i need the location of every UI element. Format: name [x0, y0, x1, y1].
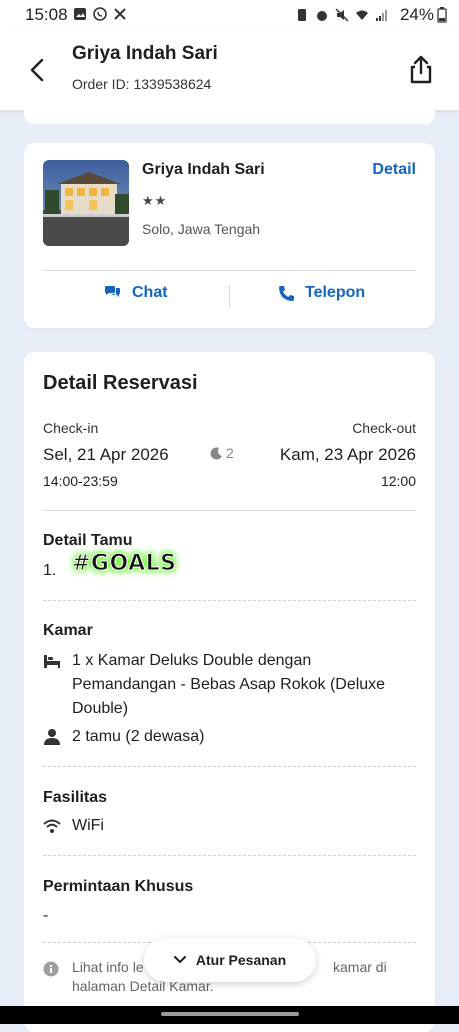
checkin-date: Sel, 21 Apr 2026: [43, 445, 169, 464]
info-icon: [43, 961, 59, 977]
nights-value: 2: [226, 445, 234, 461]
whatsapp-icon: [93, 7, 107, 21]
status-bar: 15:08 24%: [0, 0, 459, 30]
chat-button[interactable]: Chat: [104, 284, 168, 302]
info-text-left: Lihat info le: [72, 959, 144, 975]
detail-link[interactable]: Detail: [372, 161, 416, 179]
manage-order-button[interactable]: Atur Pesanan: [144, 938, 316, 982]
hotel-name: Griya Indah Sari: [142, 161, 265, 178]
bed-icon: [44, 655, 60, 668]
reservation-title: Detail Reservasi: [43, 372, 198, 394]
checkin-label: Check-in: [43, 420, 99, 436]
x-icon: [114, 8, 126, 20]
battery-percent: 24%: [399, 5, 434, 24]
divider: [43, 270, 416, 271]
hotel-location: Solo, Jawa Tengah: [142, 221, 261, 237]
chat-label: Chat: [132, 284, 168, 301]
order-id: Order ID: 1339538624: [72, 76, 212, 92]
guest-index: 1.: [43, 562, 57, 579]
checkout-time: 12:00: [380, 473, 416, 489]
signal-icon: [376, 10, 387, 21]
hotel-card: Griya Indah Sari Detail ★★ Solo, Jawa Te…: [24, 143, 435, 328]
dashed-divider: [43, 766, 416, 767]
checkout-date: Kam, 23 Apr 2026: [279, 445, 416, 464]
star-rating: ★★: [142, 193, 168, 208]
home-indicator[interactable]: [161, 1012, 299, 1016]
facility-wifi: WiFi: [72, 817, 104, 834]
manage-order-label: Atur Pesanan: [195, 952, 287, 968]
guest-section-title: Detail Tamu: [43, 532, 133, 549]
phone-icon: [279, 285, 294, 301]
wifi-status-icon: [356, 10, 368, 20]
hotel-building-image: [43, 160, 129, 246]
person-icon: [44, 729, 60, 745]
phone-label: Telepon: [305, 284, 366, 301]
room-line-3: Double): [72, 700, 129, 717]
back-arrow-icon[interactable]: [24, 56, 52, 84]
special-request-value: -: [43, 907, 49, 924]
phone-button[interactable]: Telepon: [278, 284, 365, 302]
room-line-1: 1 x Kamar Deluks Double dengan: [72, 652, 312, 669]
page-title: Griya Indah Sari: [72, 43, 218, 64]
battery-icon: [437, 7, 447, 23]
hotel-photo[interactable]: [43, 160, 129, 246]
facilities-title: Fasilitas: [43, 789, 108, 806]
info-text-right: kamar di: [333, 959, 387, 975]
room-line-2: Pemandangan - Bebas Asap Rokok (Deluxe: [72, 676, 386, 693]
chevron-down-icon: [173, 956, 186, 963]
dashed-divider: [43, 855, 416, 856]
guest-count: 2 tamu (2 dewasa): [72, 728, 205, 745]
status-time: 15:08: [25, 5, 68, 24]
mute-icon: [335, 8, 349, 22]
divider: [43, 510, 416, 511]
moon-icon: [210, 446, 222, 459]
gallery-icon: [74, 8, 86, 20]
chat-icon: [105, 286, 120, 297]
checkin-time: 14:00-23:59: [43, 473, 118, 489]
wifi-icon: [43, 819, 61, 833]
alarm-icon: [317, 11, 327, 21]
checkout-label: Check-out: [352, 420, 416, 436]
guest-name: #GOALS: [72, 551, 177, 577]
reservation-card: Detail Reservasi Check-in Sel, 21 Apr 20…: [24, 352, 435, 1032]
nights-count: 2: [210, 445, 234, 461]
button-separator: [229, 285, 230, 309]
special-request-title: Permintaan Khusus: [43, 878, 194, 895]
room-section-title: Kamar: [43, 622, 93, 639]
previous-card-bottom: [24, 110, 435, 124]
sim-icon: [298, 9, 306, 21]
dashed-divider: [43, 600, 416, 601]
share-icon[interactable]: [406, 54, 436, 86]
app-header: Griya Indah Sari Order ID: 1339538624: [0, 30, 459, 110]
